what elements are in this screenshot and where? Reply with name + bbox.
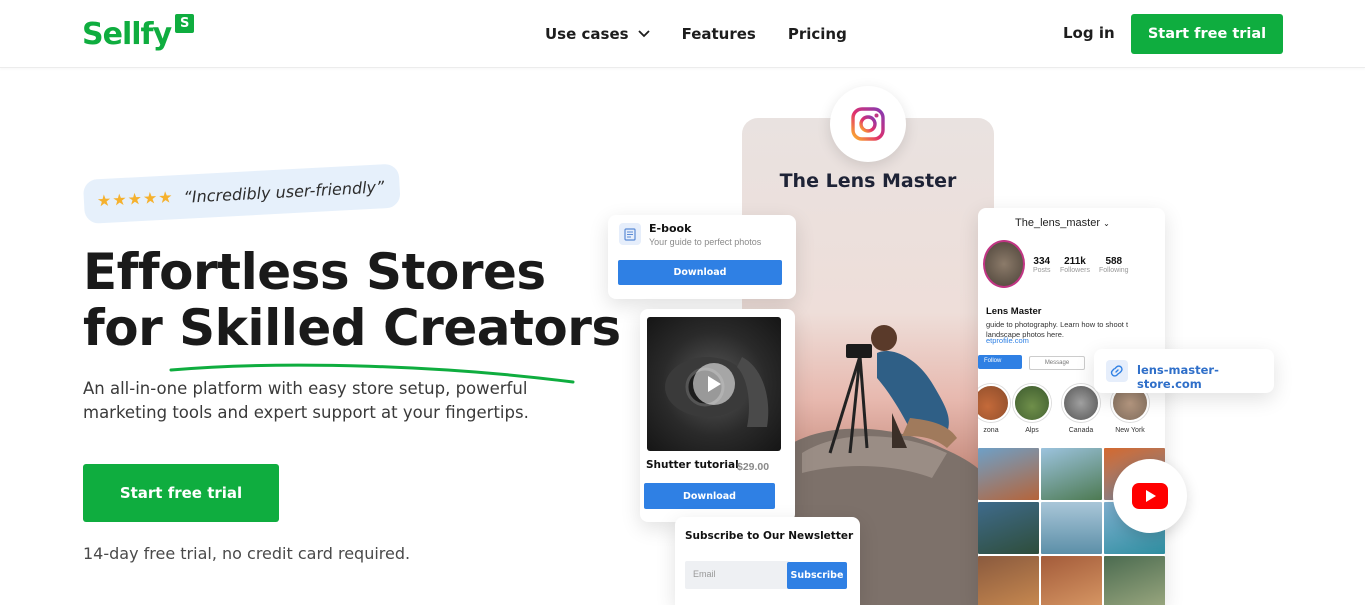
highlight-alps[interactable] — [1013, 384, 1051, 422]
video-price: $29.00 — [737, 461, 770, 473]
ebook-title: E-book — [649, 222, 692, 235]
video-thumbnail[interactable] — [647, 317, 781, 451]
ebook-subtitle: Your guide to perfect photos — [649, 237, 762, 247]
grid-photo[interactable] — [1041, 448, 1102, 500]
stat-following-value: 588 — [1105, 256, 1123, 267]
highlight-label: Canada — [1068, 427, 1094, 434]
profile-stat-followers: 211k Followers — [1060, 256, 1090, 274]
play-icon[interactable] — [693, 363, 735, 405]
newsletter-card: Subscribe to Our Newsletter Email Subscr… — [675, 517, 860, 605]
video-download-button[interactable]: Download — [644, 483, 775, 509]
grid-photo[interactable] — [978, 556, 1039, 605]
profile-avatar — [983, 240, 1025, 288]
newsletter-title: Subscribe to Our Newsletter — [685, 530, 854, 542]
logo-badge: S — [175, 14, 195, 33]
hero-title-line2-highlight: Skilled Creators — [179, 299, 621, 357]
nav-use-cases-label: Use cases — [545, 25, 629, 43]
stat-following-label: Following — [1099, 267, 1129, 274]
grid-photo[interactable] — [1041, 556, 1102, 605]
link-icon — [1106, 360, 1128, 382]
store-link-url[interactable]: lens-master-store.com — [1137, 363, 1274, 391]
instagram-profile-card: The_lens_master ⌄ 334 Posts 211k Followers… — [978, 208, 1165, 605]
highlight-arizona[interactable] — [978, 384, 1010, 422]
hero-title-line2: for Skilled Creators — [83, 300, 621, 356]
profile-message-button[interactable]: Message — [1029, 356, 1085, 370]
grid-photo[interactable] — [978, 448, 1039, 500]
highlight-canada[interactable] — [1062, 384, 1100, 422]
main-nav: Use cases Features Pricing — [545, 0, 879, 68]
youtube-badge — [1113, 459, 1187, 533]
store-link-card[interactable]: lens-master-store.com — [1094, 349, 1274, 393]
profile-follow-button[interactable]: Follow — [978, 355, 1022, 369]
youtube-icon — [1132, 483, 1168, 509]
highlight-label: New York — [1115, 427, 1145, 434]
newsletter-subscribe-button[interactable]: Subscribe — [787, 562, 847, 589]
profile-stat-posts: 334 Posts — [1033, 256, 1051, 274]
profile-handle: The_lens_master ⌄ — [1015, 217, 1110, 229]
video-product-card: Shutter tutorial $29.00 Download — [640, 309, 795, 522]
header-start-trial-button[interactable]: Start free trial — [1131, 14, 1283, 54]
logo-wordmark: Sellfy — [82, 17, 172, 52]
instagram-badge — [830, 86, 906, 162]
review-quote: “Incredibly user-friendly” — [183, 176, 385, 207]
ebook-download-button[interactable]: Download — [618, 260, 782, 285]
hero-subtitle: An all-in-one platform with easy store s… — [83, 379, 529, 422]
stat-followers-label: Followers — [1060, 267, 1090, 274]
chevron-down-icon: ⌄ — [1103, 219, 1110, 228]
review-quote-pill: ★★★★★ “Incredibly user-friendly” — [82, 163, 401, 224]
trial-note: 14-day free trial, no credit card requir… — [83, 544, 411, 563]
nav-pricing[interactable]: Pricing — [788, 25, 847, 43]
profile-handle-text: The_lens_master — [1015, 217, 1100, 229]
site-header: Sellfy S Use cases Features Pricing Log … — [0, 0, 1365, 68]
profile-name: Lens Master — [986, 306, 1042, 317]
nav-features-label: Features — [681, 25, 756, 43]
hero-title-line1: Effortless Stores — [83, 243, 546, 301]
chevron-down-icon — [637, 30, 650, 38]
hero-title: Effortless Stores for Skilled Creators — [83, 244, 621, 356]
video-title: Shutter tutorial — [646, 459, 739, 471]
book-icon — [619, 223, 641, 245]
rating-stars: ★★★★★ — [96, 189, 175, 211]
profile-stat-following: 588 Following — [1099, 256, 1129, 274]
grid-photo[interactable] — [1041, 502, 1102, 554]
nav-features[interactable]: Features — [682, 25, 756, 43]
ebook-product-card: E-book Your guide to perfect photos Down… — [608, 215, 796, 299]
nav-pricing-label: Pricing — [787, 25, 847, 43]
nav-use-cases[interactable]: Use cases — [545, 25, 650, 43]
instagram-icon — [851, 107, 885, 141]
highlight-label: Alps — [1025, 427, 1039, 434]
grid-photo[interactable] — [1104, 556, 1165, 605]
hero-start-trial-button[interactable]: Start free trial — [83, 464, 279, 522]
stat-followers-value: 211k — [1064, 256, 1086, 267]
sellfy-logo[interactable]: Sellfy S — [82, 14, 195, 56]
login-link[interactable]: Log in — [1063, 24, 1115, 42]
stat-posts-value: 334 — [1033, 256, 1051, 267]
profile-link[interactable]: etprofile.com — [986, 336, 1029, 345]
grid-photo[interactable] — [978, 502, 1039, 554]
stat-posts-label: Posts — [1033, 267, 1051, 274]
newsletter-email-input[interactable]: Email — [685, 561, 790, 589]
hero-title-line2-prefix: for — [83, 299, 180, 357]
